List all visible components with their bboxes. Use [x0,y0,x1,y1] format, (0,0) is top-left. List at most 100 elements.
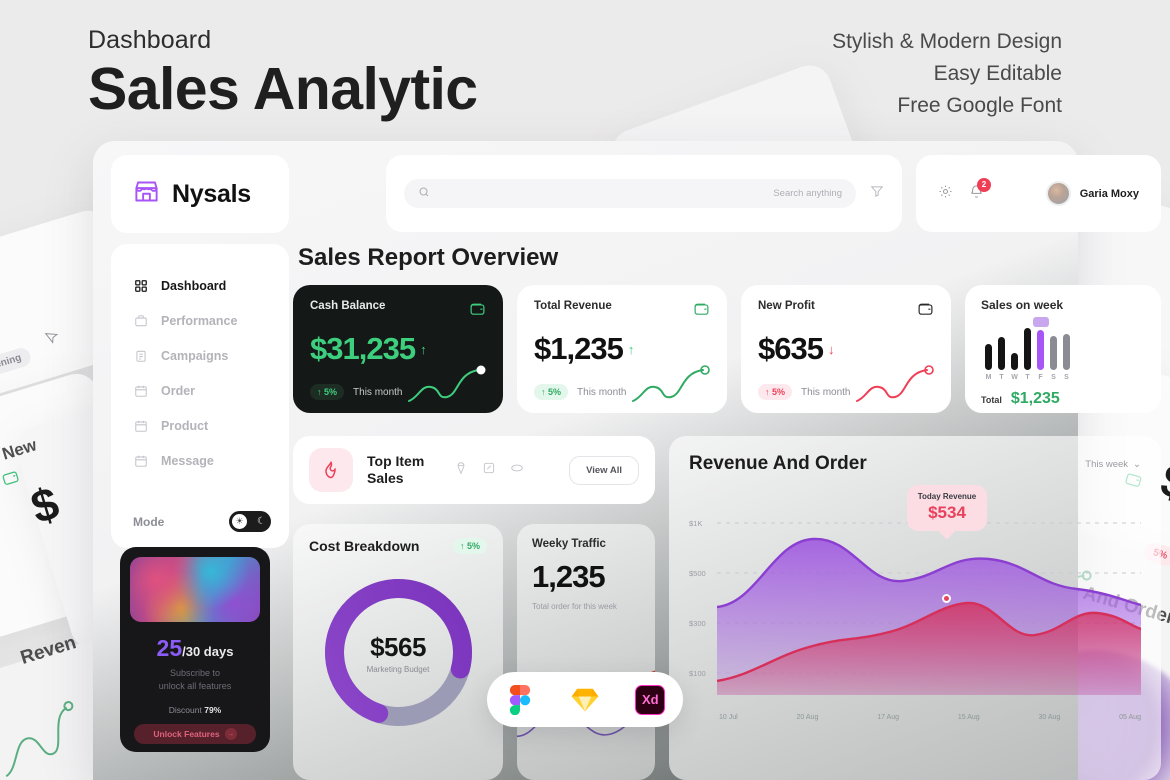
week-total-value: $1,235 [1010,390,1060,407]
stat-title: New Profit [758,300,815,312]
search-placeholder: Search anything [773,188,842,199]
figma-icon[interactable] [504,684,536,716]
trend-up-icon: ↑ [627,341,634,357]
card-title: Revenue And Order [689,453,867,474]
brand-name: Nysals [172,179,251,208]
stat-change-badge: ↑ 5% [310,384,345,400]
time-range-selector[interactable]: This week ⌄ [1085,459,1141,470]
week-total: Total $1,235 [981,390,1145,408]
sidebar-item-performance[interactable]: Performance [111,303,289,338]
card-title: Cost Breakdown [309,538,420,554]
stat-card-total-revenue: Total Revenue $1,235 ↑ ↑ 5% This month [517,285,727,413]
day-label: S [1064,374,1069,381]
ghost-text: New [0,435,39,464]
sidebar-item-product[interactable]: Product [111,408,289,443]
feature-item: Stylish & Modern Design [832,30,1062,53]
cost-breakdown-card: Cost Breakdown ↑ 5% $565 Marketing Budge… [293,524,503,780]
filter-icon[interactable] [870,184,884,203]
search-input[interactable]: Search anything [404,179,856,208]
wallet-icon [693,300,710,322]
sidebar-item-message[interactable]: Message [111,443,289,478]
cost-change-badge: ↑ 5% [452,538,487,554]
sun-icon: ☀ [232,514,247,529]
stat-card-cash-balance: Cash Balance $31,235 ↑ ↑ 5% This month [293,285,503,413]
page-headline: Sales Analytic [88,56,478,122]
chart-data-point [942,594,951,603]
sidebar-item-label: Message [161,453,214,468]
time-range-label: This week [1085,458,1129,470]
tooltip-value: $534 [928,503,966,522]
burger-icon[interactable] [510,461,524,480]
stat-period: This month [801,386,851,398]
user-card: 2 Garia Moxy [916,155,1161,232]
mode-label: Mode [133,514,165,529]
unlock-features-label: Unlock Features [153,729,220,740]
y-tick-label: $100 [689,669,706,678]
design-tools-bar: Xd [487,672,683,727]
sidebar-item-label: Performance [161,313,238,328]
notifications-button[interactable]: 2 [969,177,991,204]
weekly-bar-chart [981,317,1145,370]
donut-chart: $565 Marketing Budget [316,570,481,735]
flame-icon [309,448,353,492]
weekday-labels: M T W T F S S [981,374,1145,381]
x-tick-label: 30 Aug [1038,714,1061,721]
card-title: Sales on week [981,298,1064,312]
theme-toggle[interactable]: ☀ ☾ [229,511,271,532]
gear-icon[interactable] [938,184,953,204]
sidebar-item-order[interactable]: Order [111,373,289,408]
trend-down-icon: ↓ [827,341,834,357]
stat-change-badge: ↑ 5% [534,384,569,400]
stat-value-row: $1,235 ↑ [534,331,710,367]
view-all-button[interactable]: View All [569,455,639,485]
stat-title: Cash Balance [310,300,386,312]
unlock-features-button[interactable]: Unlock Features → [134,724,256,745]
x-tick-label: 17 Aug [877,714,899,721]
bar-highlighted [1033,317,1049,370]
ghost-text: Reven [18,632,79,669]
promo-discount-value: 79% [204,705,222,716]
stat-value: $635 [758,331,824,366]
feature-list: Stylish & Modern Design Easy Editable Fr… [802,31,1062,127]
search-icon [418,185,430,203]
chevron-down-icon: ⌄ [1133,458,1141,470]
bar [1011,353,1018,370]
sidebar-item-label: Campaigns [161,348,229,363]
donut-value: $565 [370,631,426,662]
arrow-right-icon: → [224,728,237,741]
ghost-amount: $ [24,476,65,534]
promo-discount-label: Discount [168,705,202,716]
avatar[interactable] [1045,181,1071,206]
bar [1024,328,1031,370]
screenshot-root: ening New $ Reven $ 5% Th [0,0,1170,780]
subscription-promo-card: 25/30 days Subscribe to unlock all featur… [120,547,270,752]
sketch-icon[interactable] [569,684,601,716]
day-label: M [985,374,992,381]
sidebar-item-campaigns[interactable]: Campaigns [111,338,289,373]
stat-title: Total Revenue [534,300,612,312]
brand-logo[interactable]: Nysals [111,155,289,233]
sidebar-item-dashboard[interactable]: Dashboard [111,268,289,303]
promo-discount: Discount 79% [130,705,260,715]
stat-value: $31,235 [310,331,416,366]
card-icon[interactable] [482,461,496,480]
stat-period: This month [353,386,403,398]
x-tick-label: 05 Aug [1119,714,1141,721]
sidebar-item-label: Product [161,418,209,433]
wallet-icon [0,466,23,493]
sales-on-week-card: Sales on week M T W T F S S Total $1,235 [965,285,1161,413]
sparkline-chart [408,365,486,402]
clipboard-icon [133,348,148,363]
promo-days: 25/30 days [130,635,260,662]
adobe-xd-icon[interactable]: Xd [634,684,666,716]
y-tick-label: $300 [689,619,706,628]
revenue-area-chart: $1K $500 $300 $100 Today Revenue $534 10… [689,485,1141,737]
cursor-icon [44,328,63,350]
mode-row: Mode ☀ ☾ [133,511,271,532]
ice-cream-icon[interactable] [454,461,468,480]
promo-days-used: 25 [156,635,183,661]
trend-up-icon: ↑ [420,341,426,357]
x-tick-label: 10 Jul [719,714,738,721]
sparkline-chart [632,365,710,402]
bar [1050,336,1057,370]
